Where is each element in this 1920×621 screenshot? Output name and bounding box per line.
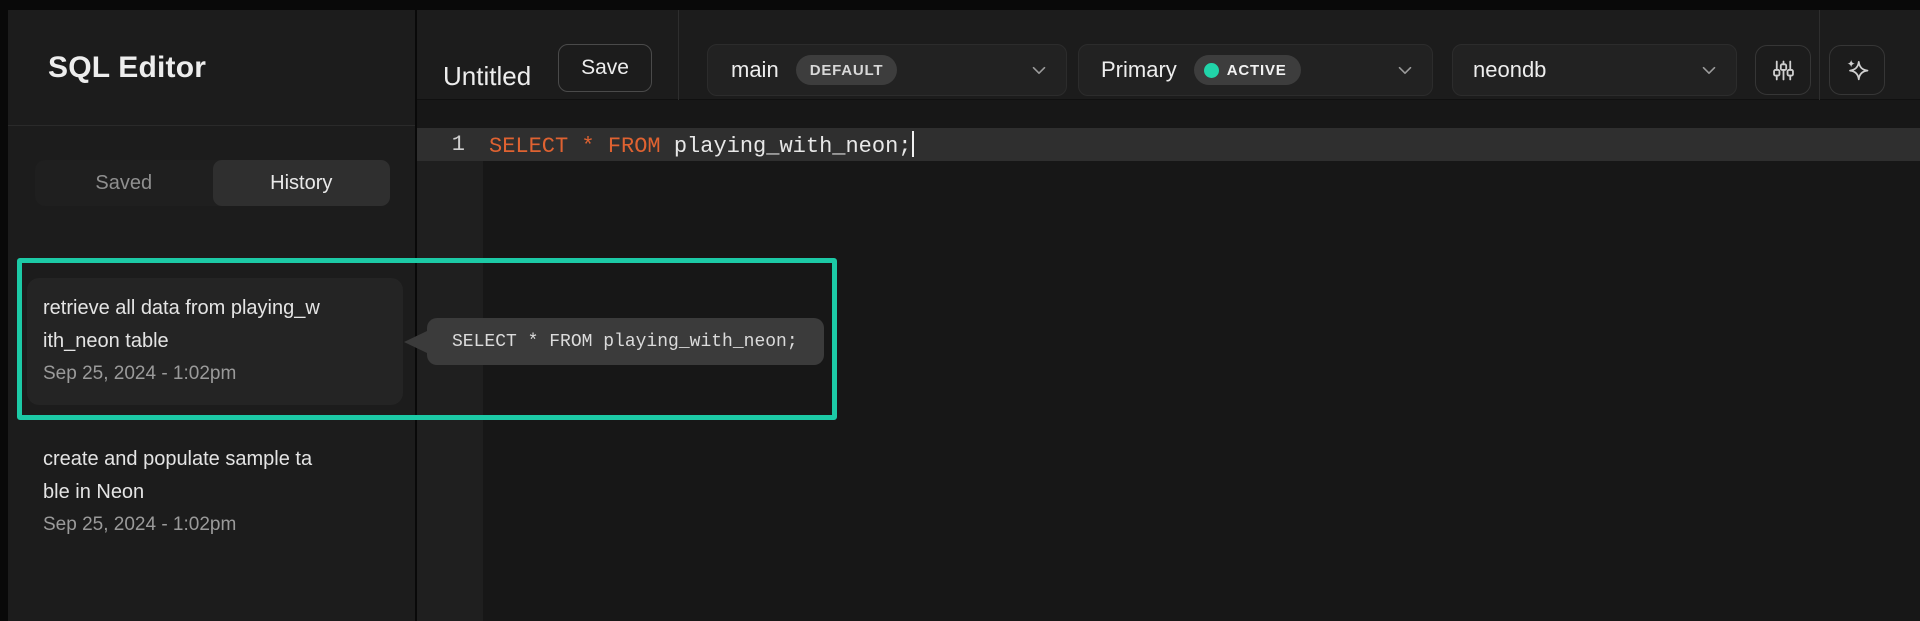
code-text: SELECT * FROM playing_with_neon; (489, 131, 914, 159)
saved-history-tabs: Saved History (35, 160, 390, 206)
sql-keywords: SELECT * FROM (489, 134, 661, 159)
document-name: Untitled (443, 59, 531, 93)
toolbar-divider (1819, 10, 1820, 100)
page-title: SQL Editor (48, 51, 206, 85)
tab-history-label: History (270, 172, 332, 195)
line-number-gutter (417, 128, 483, 621)
editor-settings-button[interactable] (1755, 45, 1811, 95)
default-badge: DEFAULT (796, 55, 898, 85)
ai-assist-button[interactable] (1829, 45, 1885, 95)
sidebar-header: SQL Editor (8, 10, 415, 126)
tab-saved-label: Saved (95, 172, 152, 195)
history-item-title-line: ith_neon table (43, 325, 387, 358)
history-item-timestamp: Sep 25, 2024 - 1:02pm (43, 362, 387, 386)
editor-toolbar: Untitled Save main DEFAULT Primary ACTIV… (417, 10, 1920, 100)
sidebar: SQL Editor Saved History retrieve all da… (8, 10, 415, 621)
history-item-timestamp: Sep 25, 2024 - 1:02pm (43, 513, 387, 537)
status-dot-icon (1204, 63, 1219, 78)
branch-dropdown[interactable]: main DEFAULT (707, 44, 1067, 96)
compute-dropdown-value: Primary (1101, 57, 1177, 83)
chevron-down-icon (1394, 59, 1416, 81)
text-cursor (912, 131, 914, 157)
history-item-title-line: create and populate sample ta (43, 443, 387, 476)
tab-history[interactable]: History (213, 160, 391, 206)
compute-dropdown[interactable]: Primary ACTIVE (1078, 44, 1433, 96)
history-item-title-line: retrieve all data from playing_w (43, 292, 387, 325)
toolbar-divider (678, 10, 679, 100)
database-dropdown-value: neondb (1473, 57, 1546, 83)
branch-dropdown-value: main (731, 57, 779, 83)
query-preview-tooltip: SELECT * FROM playing_with_neon; (427, 318, 824, 365)
active-badge: ACTIVE (1194, 55, 1301, 85)
history-item-title-line: ble in Neon (43, 476, 387, 509)
active-badge-label: ACTIVE (1227, 62, 1287, 79)
tab-saved[interactable]: Saved (35, 160, 213, 206)
sparkles-icon (1843, 56, 1871, 84)
history-item-1[interactable]: retrieve all data from playing_w ith_neo… (27, 278, 403, 405)
chevron-down-icon (1698, 59, 1720, 81)
active-code-line[interactable]: 1 SELECT * FROM playing_with_neon; (417, 128, 1920, 161)
database-dropdown[interactable]: neondb (1452, 44, 1737, 96)
chevron-down-icon (1028, 59, 1050, 81)
save-button[interactable]: Save (558, 44, 652, 92)
sql-identifier: playing_with_neon; (661, 134, 912, 159)
history-item-2[interactable]: create and populate sample ta ble in Neo… (27, 429, 403, 556)
line-number: 1 (417, 132, 465, 157)
tooltip-arrow (404, 331, 427, 353)
sliders-icon (1770, 57, 1797, 84)
